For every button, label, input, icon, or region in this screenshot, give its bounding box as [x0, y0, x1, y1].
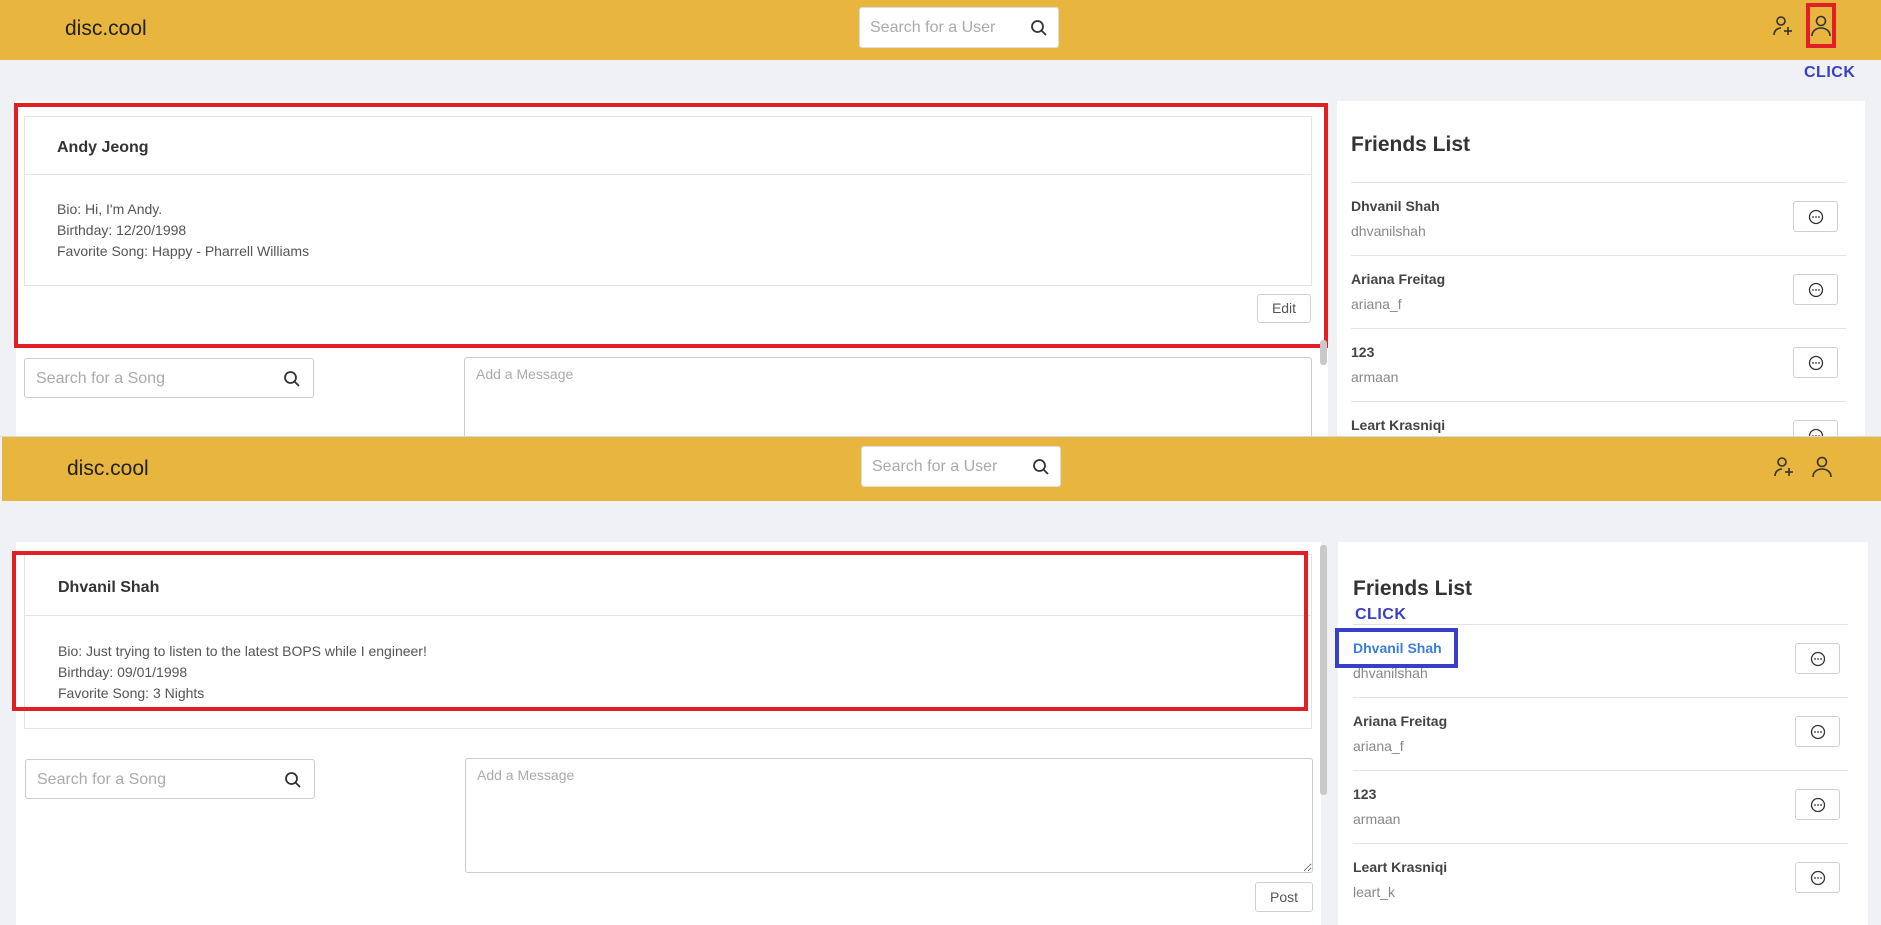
user-search-box[interactable]: [859, 7, 1059, 48]
navbar: disc.cool: [2, 437, 1881, 501]
friend-username: leart_k: [1353, 884, 1396, 900]
friend-row: Ariana Freitag ariana_f: [1351, 255, 1846, 328]
search-icon[interactable]: [284, 771, 302, 789]
search-icon[interactable]: [1032, 458, 1050, 476]
friends-title: Friends List: [1353, 577, 1473, 600]
song-search-box[interactable]: [25, 759, 315, 799]
chat-bubble-icon: [1808, 282, 1824, 298]
friend-username: ariana_f: [1353, 738, 1404, 754]
chat-bubble-icon: [1810, 724, 1826, 740]
friend-name[interactable]: Ariana Freitag: [1353, 713, 1447, 729]
friend-name[interactable]: Ariana Freitag: [1351, 271, 1445, 287]
user-icon[interactable]: [1810, 455, 1834, 479]
brand-logo[interactable]: disc.cool: [65, 17, 147, 41]
chat-button[interactable]: [1793, 201, 1838, 232]
chat-button[interactable]: [1793, 274, 1838, 305]
song-search-input[interactable]: [37, 769, 257, 791]
chat-button[interactable]: [1793, 420, 1838, 436]
friend-name[interactable]: Dhvanil Shah: [1351, 198, 1440, 214]
friends-title: Friends List: [1351, 133, 1471, 156]
friend-row: Dhvanil Shah dhvanilshah: [1351, 182, 1846, 255]
scrollbar[interactable]: [1320, 340, 1327, 365]
user-search-box[interactable]: [861, 446, 1061, 487]
friend-username: armaan: [1351, 369, 1399, 385]
chat-button[interactable]: [1795, 789, 1840, 820]
song-search-input[interactable]: [36, 368, 256, 390]
song-search-box[interactable]: [24, 358, 314, 398]
navbar: disc.cool: [0, 0, 1881, 60]
user-search-input[interactable]: [872, 456, 1022, 478]
friend-name[interactable]: 123: [1351, 344, 1374, 360]
friend-row: 123 armaan: [1353, 770, 1848, 843]
chat-bubble-icon: [1810, 870, 1826, 886]
click-annotation: CLICK: [1804, 64, 1856, 81]
friends-panel: Friends List CLICK Dhvanil Shah dhvanils…: [1335, 542, 1868, 925]
user-plus-icon[interactable]: [1772, 455, 1796, 479]
highlight-profile-card: [12, 551, 1308, 711]
screenshot-step-1: disc.cool CLICK Andy Jeong Bio: Hi, I'm …: [0, 0, 1881, 436]
friend-name[interactable]: Leart Krasniqi: [1351, 417, 1445, 433]
chat-button[interactable]: [1793, 347, 1838, 378]
post-button[interactable]: Post: [1255, 882, 1313, 912]
click-annotation: CLICK: [1355, 606, 1407, 623]
brand-logo[interactable]: disc.cool: [67, 457, 149, 481]
highlight-friend-link: [1335, 628, 1458, 668]
highlight-profile-card: [14, 103, 1328, 348]
chat-bubble-icon: [1808, 209, 1824, 225]
friends-panel: Friends List Dhvanil Shah dhvanilshah Ar…: [1337, 101, 1865, 436]
friend-row: Ariana Freitag ariana_f: [1353, 697, 1848, 770]
friend-row: Leart Krasniqi: [1351, 401, 1846, 436]
message-textarea[interactable]: [464, 357, 1312, 436]
chat-bubble-icon: [1810, 797, 1826, 813]
chat-button[interactable]: [1795, 643, 1840, 674]
scrollbar[interactable]: [1320, 545, 1327, 795]
search-icon[interactable]: [283, 370, 301, 388]
friend-username: dhvanilshah: [1351, 223, 1426, 239]
screenshot-step-2: disc.cool Dhvanil Shah Bio: Just trying …: [0, 436, 1881, 925]
chat-bubble-icon: [1810, 651, 1826, 667]
friend-name[interactable]: Leart Krasniqi: [1353, 859, 1447, 875]
chat-button[interactable]: [1795, 862, 1840, 893]
message-textarea[interactable]: [465, 758, 1313, 873]
friend-row: Leart Krasniqi leart_k: [1353, 843, 1848, 916]
chat-button[interactable]: [1795, 716, 1840, 747]
search-icon[interactable]: [1030, 19, 1048, 37]
friend-username: ariana_f: [1351, 296, 1402, 312]
user-plus-icon[interactable]: [1771, 14, 1795, 38]
chat-bubble-icon: [1808, 355, 1824, 371]
user-search-input[interactable]: [870, 17, 1020, 39]
friend-row: 123 armaan: [1351, 328, 1846, 401]
chat-bubble-icon: [1808, 428, 1824, 436]
highlight-profile-icon: [1806, 3, 1836, 48]
friend-name[interactable]: 123: [1353, 786, 1376, 802]
friend-username: armaan: [1353, 811, 1401, 827]
